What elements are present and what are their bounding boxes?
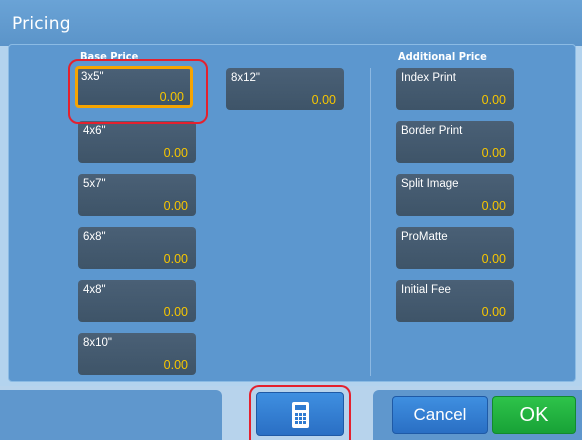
field-value: 0.00 xyxy=(481,252,506,266)
field-label: Split Image xyxy=(401,178,459,190)
calculator-key xyxy=(303,417,306,420)
field-label: 8x12" xyxy=(231,72,261,84)
field-label: Index Print xyxy=(401,72,456,84)
field-value: 0.00 xyxy=(163,146,188,160)
field-label: 4x8" xyxy=(83,284,106,296)
calculator-key xyxy=(299,413,302,416)
field-label: ProMatte xyxy=(401,231,448,243)
field-value: 0.00 xyxy=(481,199,506,213)
price-field-4x6[interactable]: 4x6" 0.00 xyxy=(78,121,196,163)
field-label: 3x5" xyxy=(81,71,104,83)
price-field-8x12[interactable]: 8x12" 0.00 xyxy=(226,68,344,110)
base-price-label: Base Price xyxy=(80,50,139,63)
calculator-key xyxy=(303,421,306,424)
calculator-key xyxy=(295,413,298,416)
price-field-6x8[interactable]: 6x8" 0.00 xyxy=(78,227,196,269)
calculator-key xyxy=(295,417,298,420)
field-label: Initial Fee xyxy=(401,284,451,296)
field-label: 5x7" xyxy=(83,178,106,190)
field-value: 0.00 xyxy=(481,146,506,160)
field-value: 0.00 xyxy=(159,90,184,104)
price-field-promatte[interactable]: ProMatte 0.00 xyxy=(396,227,514,269)
price-field-split-image[interactable]: Split Image 0.00 xyxy=(396,174,514,216)
price-field-5x7[interactable]: 5x7" 0.00 xyxy=(78,174,196,216)
field-value: 0.00 xyxy=(163,358,188,372)
field-value: 0.00 xyxy=(163,252,188,266)
title-bar: Pricing xyxy=(0,0,582,46)
calculator-button[interactable] xyxy=(256,392,344,436)
price-field-8x10[interactable]: 8x10" 0.00 xyxy=(78,333,196,375)
field-value: 0.00 xyxy=(311,93,336,107)
price-field-index-print[interactable]: Index Print 0.00 xyxy=(396,68,514,110)
bottom-left-panel xyxy=(0,390,222,440)
price-field-4x8[interactable]: 4x8" 0.00 xyxy=(78,280,196,322)
price-field-initial-fee[interactable]: Initial Fee 0.00 xyxy=(396,280,514,322)
calculator-key xyxy=(299,421,302,424)
calculator-key xyxy=(295,421,298,424)
column-divider xyxy=(370,68,371,376)
calculator-icon xyxy=(292,402,309,428)
field-label: 6x8" xyxy=(83,231,106,243)
field-value: 0.00 xyxy=(481,93,506,107)
calculator-screen xyxy=(295,405,306,410)
field-value: 0.00 xyxy=(481,305,506,319)
price-field-3x5[interactable]: 3x5" 0.00 xyxy=(75,66,193,108)
field-value: 0.00 xyxy=(163,305,188,319)
field-label: Border Print xyxy=(401,125,463,137)
field-label: 8x10" xyxy=(83,337,113,349)
pricing-window: Pricing Base Price Additional Price 3x5"… xyxy=(0,0,582,440)
additional-price-label: Additional Price xyxy=(398,50,487,63)
calculator-key xyxy=(299,417,302,420)
field-label: 4x6" xyxy=(83,125,106,137)
price-field-border-print[interactable]: Border Print 0.00 xyxy=(396,121,514,163)
ok-button[interactable]: OK xyxy=(492,396,576,434)
cancel-button[interactable]: Cancel xyxy=(392,396,488,434)
window-title: Pricing xyxy=(12,14,71,34)
calculator-key xyxy=(303,413,306,416)
field-value: 0.00 xyxy=(163,199,188,213)
